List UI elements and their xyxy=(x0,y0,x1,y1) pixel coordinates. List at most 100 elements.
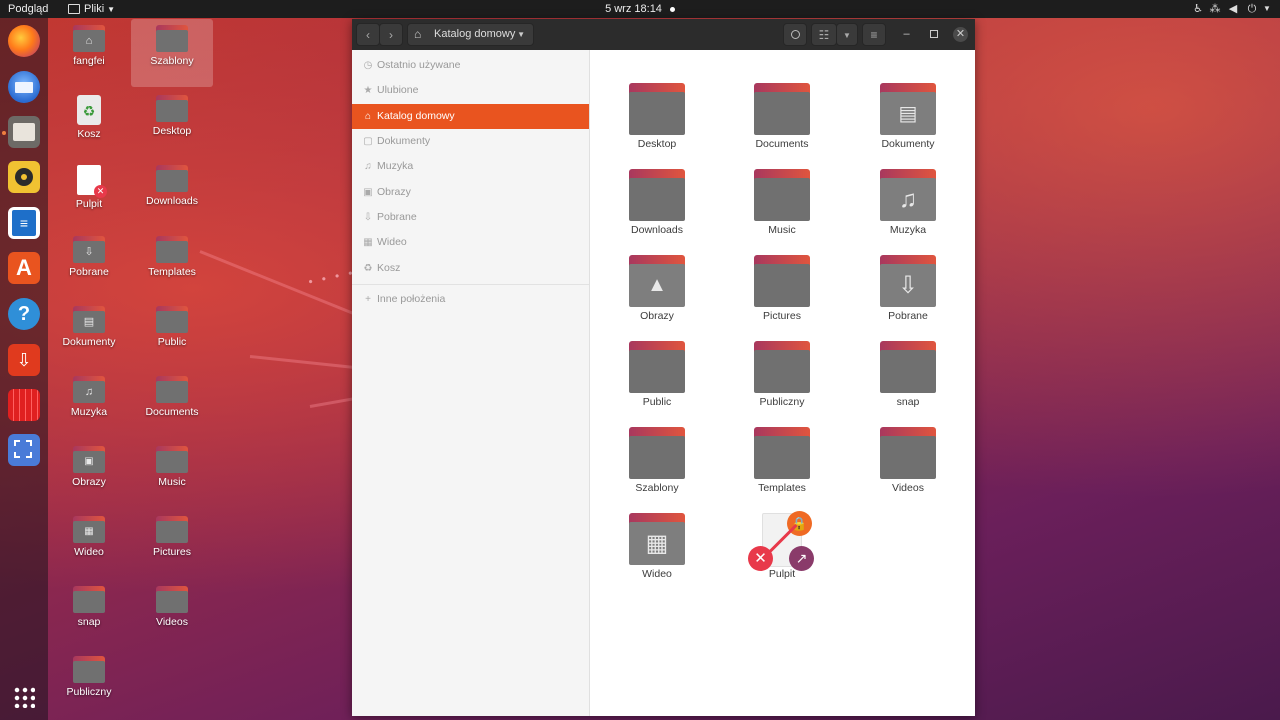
accessibility-icon[interactable]: ♿ xyxy=(1191,2,1205,16)
installer-icon[interactable]: ⇩ xyxy=(8,344,40,376)
desktop-icon-muzyka[interactable]: ♫ Muzyka xyxy=(48,370,130,438)
forward-button[interactable]: › xyxy=(379,23,403,46)
close-button[interactable]: ✕ xyxy=(953,27,968,42)
top-bar: Podgląd Pliki ▼ 5 wrz 18:14 ♿ ⁂ ◀ ⏻ ▼ xyxy=(0,0,1280,18)
sidebar-item-recent[interactable]: ◷ Ostatnio używane xyxy=(352,53,589,78)
film-icon: ▦ xyxy=(645,530,669,558)
desktop-icon-public[interactable]: Public xyxy=(131,300,213,368)
desktop-icon-music[interactable]: Music xyxy=(131,440,213,508)
videos-folder-icon: ▦ xyxy=(629,513,685,565)
desktop-icon-templates[interactable]: Templates xyxy=(131,230,213,298)
writer-icon[interactable]: ≡ xyxy=(8,207,40,239)
desktop-icon-pobrane[interactable]: ⇩ Pobrane xyxy=(48,230,130,298)
screenshot-icon[interactable] xyxy=(8,434,40,466)
desktop-icon-pictures[interactable]: Pictures xyxy=(131,510,213,578)
sidebar-item-downloads[interactable]: ⇩ Pobrane xyxy=(352,205,589,230)
menu-button[interactable]: ≡ xyxy=(862,23,886,46)
maximize-button[interactable] xyxy=(926,27,941,42)
sidebar-item-documents[interactable]: ▢ Dokumenty xyxy=(352,129,589,154)
network-icon[interactable]: ⁂ xyxy=(1208,2,1222,16)
desktop-icon-label: Pulpit xyxy=(75,198,103,210)
videos-folder-icon: ▦ xyxy=(73,516,105,543)
files-icon[interactable] xyxy=(8,116,40,148)
maximize-icon xyxy=(929,30,938,39)
file-item-muzyka[interactable]: ♫ Muzyka xyxy=(853,166,963,246)
clock-icon: ◷ xyxy=(363,60,373,71)
desktop-icon-videos[interactable]: Videos xyxy=(131,580,213,648)
folder-icon xyxy=(13,123,35,141)
chevron-left-icon: ‹ xyxy=(366,28,370,42)
thunderbird-icon[interactable] xyxy=(8,71,40,103)
firefox-icon[interactable] xyxy=(8,25,40,57)
desktop-icon-label: Music xyxy=(158,476,186,488)
path-bar-label: Katalog domowy xyxy=(434,28,516,40)
sidebar-item-starred[interactable]: ★ Ulubione xyxy=(352,78,589,103)
file-item-downloads[interactable]: Downloads xyxy=(602,166,712,246)
file-item-public[interactable]: Public xyxy=(602,338,712,418)
file-item-label: Templates xyxy=(758,482,806,494)
file-item-snap[interactable]: snap xyxy=(853,338,963,418)
back-button[interactable]: ‹ xyxy=(356,23,380,46)
desktop-icon-kosz[interactable]: ♻ Kosz xyxy=(48,89,130,157)
desktop-icon-pulpit[interactable]: ✕ Pulpit xyxy=(48,159,130,227)
image-icon: ▲ xyxy=(647,274,667,297)
file-item-wideo[interactable]: ▦ Wideo xyxy=(602,510,712,590)
desktop-icon-fangfei[interactable]: ⌂ fangfei xyxy=(48,19,130,87)
file-item-pobrane[interactable]: ⇩ Pobrane xyxy=(853,252,963,332)
desktop-icon-label: Pobrane xyxy=(69,266,109,278)
file-item-desktop[interactable]: Desktop xyxy=(602,80,712,160)
file-item-szablony[interactable]: Szablony xyxy=(602,424,712,504)
list-view-icon: ☷ xyxy=(818,28,830,42)
sidebar-item-label: Dokumenty xyxy=(377,135,431,147)
folder-icon xyxy=(156,25,188,52)
desktop-icon-publiczny[interactable]: Publiczny xyxy=(48,650,130,718)
file-item-label: Music xyxy=(768,224,796,236)
sidebar: ◷ Ostatnio używane ★ Ulubione ⌂ Katalog dom… xyxy=(352,50,590,716)
view-list-button[interactable]: ☷ xyxy=(811,23,837,46)
help-icon[interactable]: ? xyxy=(8,298,40,330)
file-item-publiczny[interactable]: Publiczny xyxy=(727,338,837,418)
desktop-icon-label: Desktop xyxy=(152,125,192,137)
sidebar-item-trash[interactable]: ♻ Kosz xyxy=(352,256,589,281)
recycle-icon: ♻ xyxy=(82,103,96,119)
clock[interactable]: 5 wrz 18:14 xyxy=(0,0,1280,18)
home-icon: ⌂ xyxy=(414,27,422,41)
file-item-pictures[interactable]: Pictures xyxy=(727,252,837,332)
file-item-music[interactable]: Music xyxy=(727,166,837,246)
file-item-documents[interactable]: Documents xyxy=(727,80,837,160)
wallpaper-streak xyxy=(249,355,360,370)
show-apps-grid-icon[interactable] xyxy=(13,686,35,708)
search-button[interactable] xyxy=(783,23,807,46)
sidebar-item-music[interactable]: ♫ Muzyka xyxy=(352,154,589,179)
desktop-icon-wideo[interactable]: ▦ Wideo xyxy=(48,510,130,578)
path-bar-home[interactable]: ⌂ Katalog domowy ▼ xyxy=(407,23,534,46)
sidebar-item-videos[interactable]: ▦ Wideo xyxy=(352,230,589,255)
sidebar-item-label: Kosz xyxy=(377,262,401,274)
desktop-icon-desktop[interactable]: Desktop xyxy=(131,89,213,157)
minimize-button[interactable]: – xyxy=(899,27,914,42)
sidebar-item-home[interactable]: ⌂ Katalog domowy xyxy=(352,104,589,129)
chevron-down-icon[interactable]: ▼ xyxy=(1260,2,1274,16)
rhythmbox-icon[interactable] xyxy=(8,161,40,193)
sidebar-item-other-locations[interactable]: + Inne położenia xyxy=(352,287,589,312)
desktop-icon-snap[interactable]: snap xyxy=(48,580,130,648)
desktop-icon-dokumenty[interactable]: ▤ Dokumenty xyxy=(48,300,130,368)
file-item-obrazy[interactable]: ▲ Obrazy xyxy=(602,252,712,332)
file-item-templates[interactable]: Templates xyxy=(727,424,837,504)
power-icon[interactable]: ⏻ xyxy=(1245,2,1259,16)
view-options-button[interactable]: ▼ xyxy=(836,23,858,46)
file-item-dokumenty[interactable]: ▤ Dokumenty xyxy=(853,80,963,160)
desktop-icon-szablony[interactable]: Szablony xyxy=(131,19,213,87)
software-icon[interactable]: A xyxy=(8,252,40,284)
desktop-icon-obrazy[interactable]: ▣ Obrazy xyxy=(48,440,130,508)
calendar-icon[interactable] xyxy=(8,389,40,421)
download-folder-icon: ⇩ xyxy=(73,236,105,263)
desktop-icon-label: Kosz xyxy=(77,128,101,140)
volume-icon[interactable]: ◀ xyxy=(1226,2,1240,16)
desktop-icon-label: snap xyxy=(77,616,101,628)
file-item-pulpit[interactable]: 🔒 ✕ ↗ Pulpit xyxy=(727,510,837,590)
desktop-icon-downloads[interactable]: Downloads xyxy=(131,159,213,227)
sidebar-item-pictures[interactable]: ▣ Obrazy xyxy=(352,180,589,205)
file-item-videos[interactable]: Videos xyxy=(853,424,963,504)
desktop-icon-documents[interactable]: Documents xyxy=(131,370,213,438)
